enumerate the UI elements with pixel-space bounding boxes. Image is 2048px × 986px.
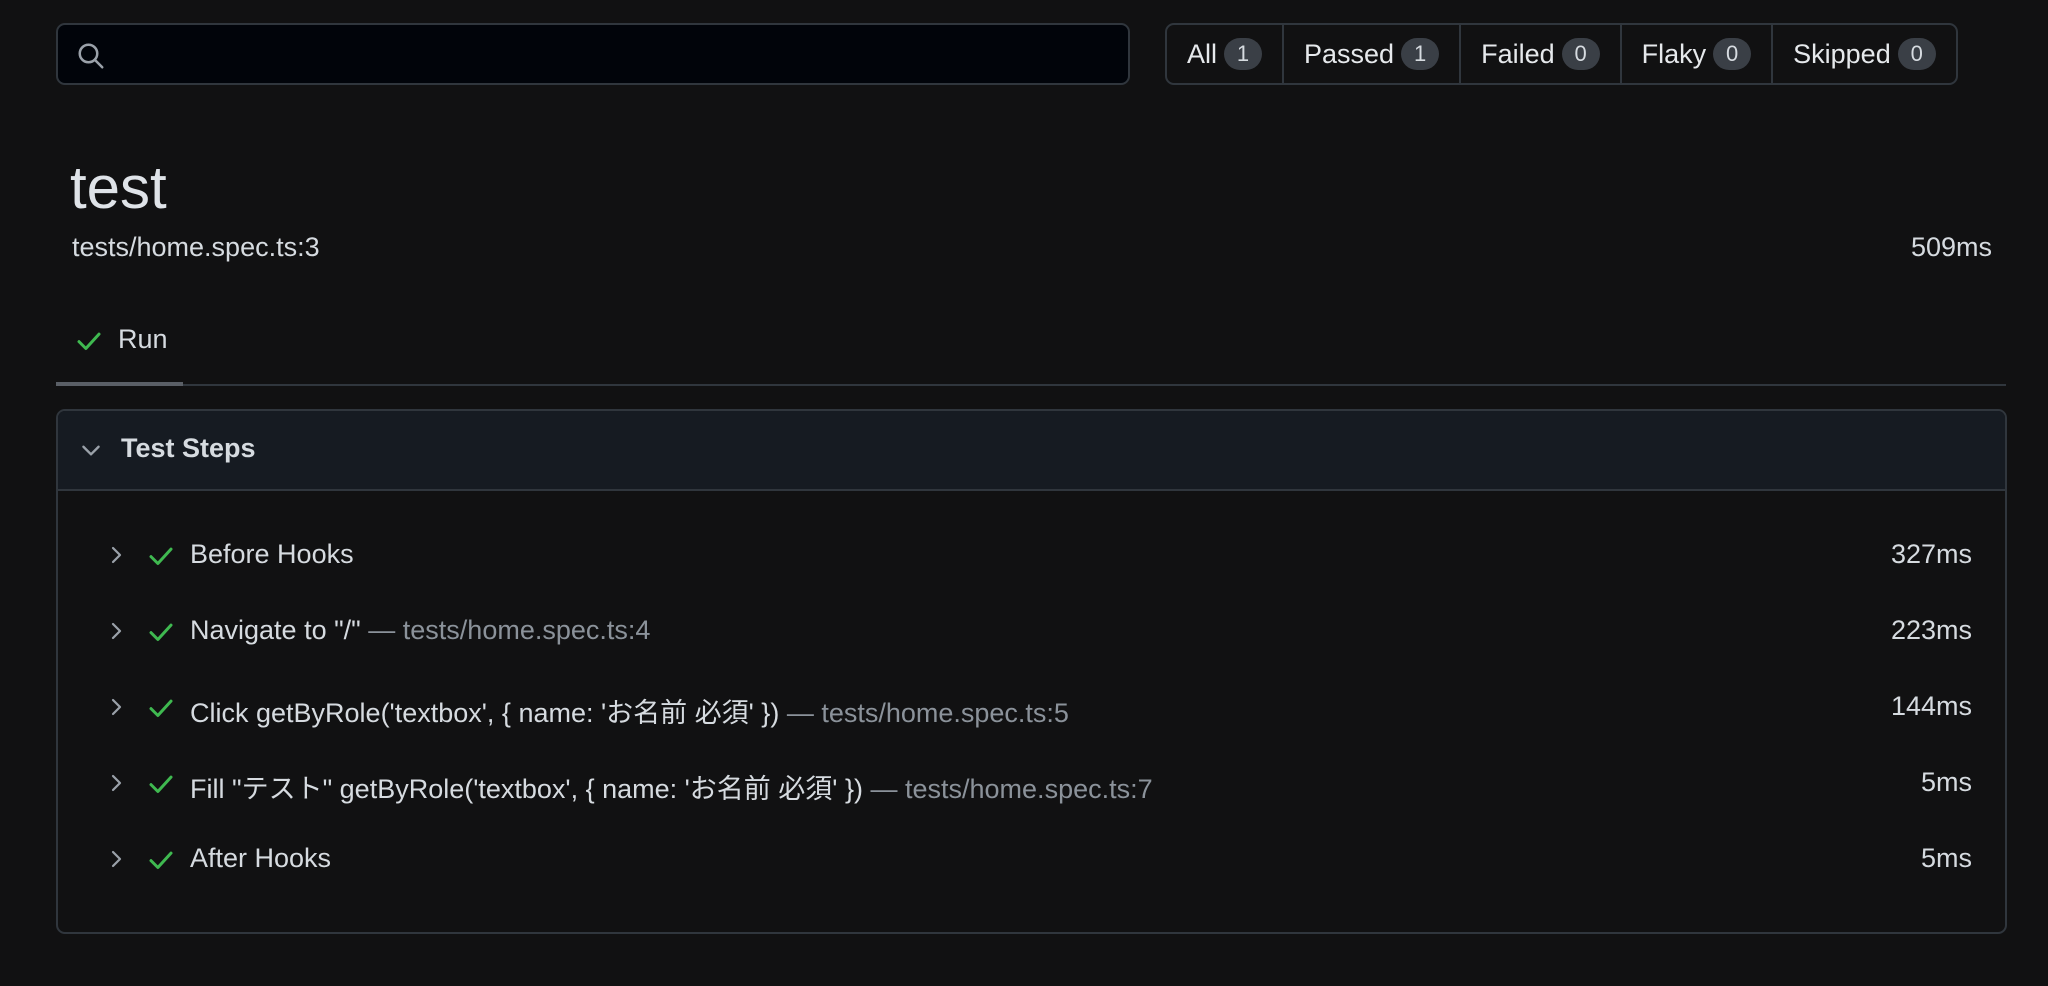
filter-all-count: 1 — [1224, 38, 1263, 70]
chevron-right-icon — [111, 850, 122, 868]
step-text: Before Hooks — [190, 539, 354, 569]
step-duration: 5ms — [1920, 767, 1972, 797]
step-title: Fill "テスト" getByRole('textbox', { name: … — [190, 767, 1153, 806]
tab-run-label: Run — [118, 324, 168, 354]
search-input[interactable] — [118, 25, 1112, 85]
step-row[interactable]: Navigate to "/" — tests/home.spec.ts:4 2… — [58, 603, 2005, 663]
test-title: test — [70, 154, 167, 221]
search-icon — [78, 43, 104, 69]
run-tabs: Run — [56, 308, 2006, 386]
step-title: After Hooks — [190, 843, 331, 874]
filter-passed[interactable]: Passed 1 — [1284, 25, 1462, 83]
filter-all-label: All — [1187, 38, 1218, 69]
check-icon — [149, 547, 173, 565]
filter-flaky[interactable]: Flaky 0 — [1622, 25, 1774, 83]
check-icon — [149, 851, 173, 869]
check-icon — [149, 623, 173, 641]
step-text: After Hooks — [190, 843, 332, 873]
status-filter-group: All 1 Passed 1 Failed 0 Flaky 0 Skipped … — [1165, 23, 1958, 85]
filter-failed-label: Failed — [1481, 38, 1555, 69]
test-file-location: tests/home.spec.ts:3 — [72, 232, 320, 262]
step-location: — tests/home.spec.ts:4 — [368, 615, 651, 645]
test-steps-panel: Test Steps Before Hooks 327ms Navigate t… — [56, 409, 2007, 934]
step-duration: 223ms — [1890, 615, 1972, 645]
step-row[interactable]: Click getByRole('textbox', { name: 'お名前 … — [58, 679, 2005, 739]
step-location: — tests/home.spec.ts:7 — [870, 774, 1153, 804]
chevron-right-icon — [111, 698, 122, 716]
step-text: Navigate to "/" — [190, 615, 361, 645]
chevron-right-icon — [111, 622, 122, 640]
filter-skipped-label: Skipped — [1793, 38, 1891, 69]
step-row[interactable]: Fill "テスト" getByRole('textbox', { name: … — [58, 755, 2005, 815]
step-text: Click getByRole('textbox', { name: 'お名前 … — [190, 698, 780, 728]
test-steps-header[interactable]: Test Steps — [58, 411, 2005, 491]
check-icon — [77, 332, 101, 350]
filter-skipped-count: 0 — [1897, 38, 1936, 70]
filter-failed[interactable]: Failed 0 — [1461, 25, 1622, 83]
filter-skipped[interactable]: Skipped 0 — [1773, 25, 1956, 83]
step-duration: 5ms — [1920, 843, 1972, 873]
filter-passed-label: Passed — [1304, 38, 1395, 69]
step-text: Fill "テスト" getByRole('textbox', { name: … — [190, 774, 863, 804]
step-row[interactable]: Before Hooks 327ms — [58, 527, 2005, 587]
step-title: Navigate to "/" — tests/home.spec.ts:4 — [190, 615, 650, 646]
step-title: Click getByRole('textbox', { name: 'お名前 … — [190, 691, 1069, 730]
filter-flaky-count: 0 — [1713, 38, 1752, 70]
filter-flaky-label: Flaky — [1641, 38, 1707, 69]
check-icon — [149, 699, 173, 717]
test-report-page: All 1 Passed 1 Failed 0 Flaky 0 Skipped … — [0, 0, 2048, 986]
tab-run[interactable]: Run — [56, 308, 183, 386]
test-duration: 509ms — [1910, 232, 1992, 262]
step-duration: 327ms — [1890, 539, 1972, 569]
filter-all[interactable]: All 1 — [1167, 25, 1285, 83]
filter-failed-count: 0 — [1561, 38, 1600, 70]
step-duration: 144ms — [1890, 691, 1972, 721]
chevron-right-icon — [111, 774, 122, 792]
filter-passed-count: 1 — [1401, 38, 1440, 70]
check-icon — [149, 775, 173, 793]
search-box[interactable] — [56, 23, 1130, 85]
chevron-right-icon — [111, 546, 122, 564]
step-location: — tests/home.spec.ts:5 — [786, 698, 1069, 728]
step-row[interactable]: After Hooks 5ms — [58, 831, 2005, 891]
test-steps-title: Test Steps — [121, 433, 256, 463]
chevron-down-icon — [82, 445, 100, 456]
step-title: Before Hooks — [190, 539, 354, 570]
